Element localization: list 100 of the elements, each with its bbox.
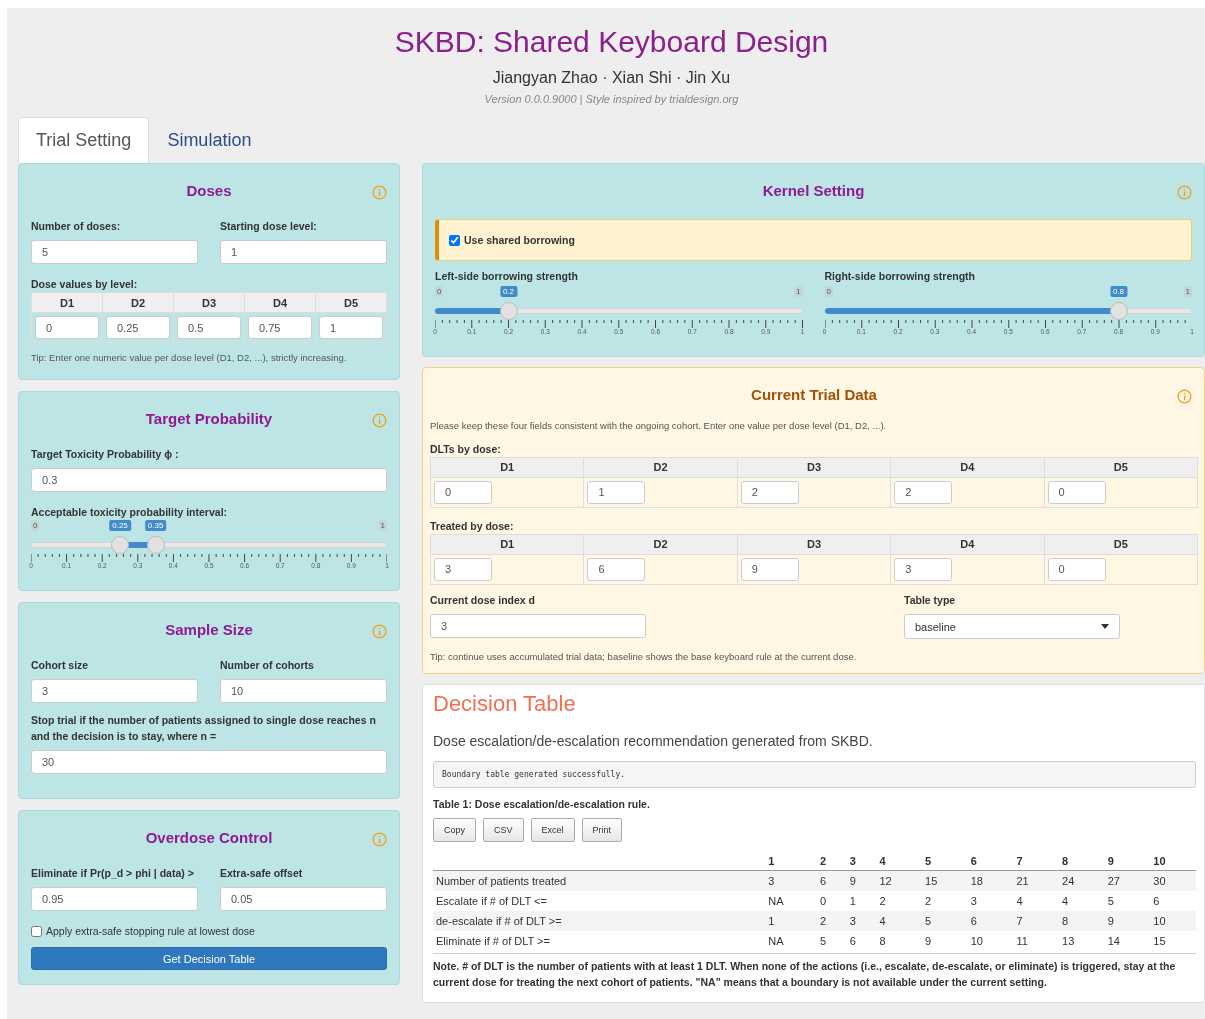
select-field[interactable]: baseline bbox=[904, 614, 1120, 640]
input-field[interactable]: 0 bbox=[35, 316, 99, 340]
row-label: de-escalate if # of DLT >= bbox=[433, 911, 766, 932]
slider-thumb[interactable] bbox=[146, 536, 165, 555]
slider-track[interactable] bbox=[435, 302, 803, 321]
info-icon[interactable] bbox=[372, 831, 387, 847]
tab[interactable]: Simulation bbox=[149, 117, 270, 163]
slider-max-label: 1 bbox=[378, 520, 387, 532]
slider-track[interactable] bbox=[31, 536, 387, 555]
input-field[interactable]: 0.05 bbox=[220, 887, 387, 912]
input-field[interactable]: 1 bbox=[319, 316, 383, 340]
checkbox[interactable] bbox=[31, 925, 42, 937]
table-cell: 1 bbox=[846, 891, 877, 912]
input-field[interactable]: 2 bbox=[740, 480, 799, 504]
field-label: Right-side borrowing strength bbox=[824, 269, 976, 284]
input-field[interactable]: 10 bbox=[220, 679, 387, 704]
input-field[interactable]: 1 bbox=[587, 480, 646, 504]
info-icon[interactable] bbox=[372, 412, 387, 428]
note-text: Note. # of DLT is the number of patients with at least 1 DLT. When none of the actions (i.e., escalate, de-escalate, or eliminate) is triggered, stay at the current dose for treating the next cohort of patients. "NA" means that a boundary is not available under the current setting. bbox=[433, 953, 1196, 990]
table-cell: 10 bbox=[967, 931, 1014, 952]
table-cell: 9 bbox=[1104, 911, 1151, 932]
input-field[interactable]: 0 bbox=[434, 480, 492, 504]
slider-min-label: 0 bbox=[435, 286, 444, 298]
table-cell: 0 bbox=[816, 891, 847, 912]
slider-max-label: 1 bbox=[794, 286, 803, 298]
field-label: DLTs by dose: bbox=[430, 442, 501, 455]
table-caption: Table 1: Dose escalation/de-escalation rule. bbox=[433, 798, 651, 811]
table-cell: 15 bbox=[922, 870, 968, 892]
column-header: 5 bbox=[922, 852, 968, 871]
input-field[interactable]: 0.3 bbox=[31, 467, 387, 492]
slider-value-label: 0.25 bbox=[109, 520, 131, 532]
caret-icon bbox=[1101, 624, 1109, 630]
input-field[interactable]: 1 bbox=[220, 240, 387, 265]
field-label: Number of cohorts bbox=[220, 658, 315, 674]
table-cell: 15 bbox=[1150, 931, 1196, 952]
tab[interactable]: Trial Setting bbox=[18, 117, 150, 163]
input-field[interactable]: 0 bbox=[1047, 557, 1106, 581]
field-label: Left-side borrowing strength bbox=[435, 269, 579, 284]
export-button[interactable]: Copy bbox=[433, 818, 476, 843]
subtitle-text: Dose escalation/de-escalation recommendation generated from SKBD. bbox=[433, 733, 874, 750]
slider-thumb[interactable] bbox=[499, 302, 518, 321]
row-label: Eliminate if # of DLT >= bbox=[433, 931, 766, 952]
table-cell: 24 bbox=[1059, 870, 1105, 892]
table-cell: 8 bbox=[876, 931, 923, 952]
table-cell: 5 bbox=[1104, 891, 1151, 912]
panel-title: Kernel Setting bbox=[762, 182, 865, 199]
input-field[interactable]: 0.95 bbox=[31, 887, 198, 912]
input-field[interactable]: 3 bbox=[894, 557, 953, 581]
table-cell: 2 bbox=[876, 891, 923, 912]
column-header: D4 bbox=[890, 534, 1045, 555]
input-field[interactable]: 5 bbox=[31, 240, 198, 265]
authors-text: Jiangyan Zhao · Xian Shi · Jin Xu bbox=[492, 69, 731, 87]
checkbox[interactable] bbox=[449, 234, 460, 246]
export-button[interactable]: Excel bbox=[530, 818, 575, 843]
input-field[interactable]: 0.25 bbox=[106, 316, 170, 340]
slider-value-label: 0.2 bbox=[499, 286, 518, 298]
panel-title: Target Probability bbox=[145, 409, 273, 427]
slider-thumb[interactable] bbox=[1109, 302, 1128, 321]
panel-title: Overdose Control bbox=[145, 828, 273, 846]
column-header: 4 bbox=[876, 852, 923, 871]
column-header: 2 bbox=[816, 852, 847, 871]
table-cell: 1 bbox=[765, 911, 817, 932]
column-header: D5 bbox=[1044, 457, 1198, 478]
column-header: D3 bbox=[173, 292, 245, 313]
row-label: Number of patients treated bbox=[433, 870, 766, 892]
input-field[interactable]: 0 bbox=[1047, 480, 1106, 504]
column-header: D5 bbox=[1044, 534, 1198, 555]
info-icon[interactable] bbox=[372, 624, 387, 640]
input-field[interactable]: 3 bbox=[430, 614, 646, 639]
slider-track[interactable] bbox=[824, 302, 1192, 321]
table-cell: 6 bbox=[967, 911, 1014, 932]
panel-title: Doses bbox=[186, 182, 232, 199]
panel-title: Sample Size bbox=[165, 621, 253, 639]
input-field[interactable]: 0.75 bbox=[248, 316, 312, 340]
table-cell: 9 bbox=[922, 931, 968, 952]
input-field[interactable]: 6 bbox=[587, 557, 646, 581]
export-button[interactable]: Print bbox=[581, 818, 623, 843]
field-label: Treated by dose: bbox=[430, 519, 514, 532]
info-icon[interactable] bbox=[1177, 185, 1192, 200]
input-field[interactable]: 2 bbox=[894, 480, 953, 504]
input-field[interactable]: 3 bbox=[31, 679, 198, 704]
table-cell: 3 bbox=[967, 891, 1014, 912]
get-decision-table-button[interactable]: Get Decision Table bbox=[31, 947, 387, 971]
table-cell: 5 bbox=[922, 911, 968, 932]
input-field[interactable]: 30 bbox=[31, 749, 387, 774]
input-field[interactable]: 3 bbox=[434, 557, 492, 581]
input-field[interactable]: 9 bbox=[740, 557, 799, 581]
status-output: Boundary table generated successfully. bbox=[433, 761, 1196, 789]
column-header: D3 bbox=[737, 457, 891, 478]
table-cell: NA bbox=[765, 931, 817, 952]
column-header: D2 bbox=[583, 457, 738, 478]
export-button[interactable]: CSV bbox=[483, 818, 524, 843]
info-icon[interactable] bbox=[1177, 389, 1192, 405]
table-cell: 7 bbox=[1013, 911, 1060, 932]
section-title: Decision Table bbox=[433, 691, 577, 718]
info-icon[interactable] bbox=[372, 185, 387, 200]
table-cell: 9 bbox=[846, 870, 877, 892]
input-field[interactable]: 0.5 bbox=[177, 316, 241, 340]
slider-thumb[interactable] bbox=[111, 536, 129, 555]
field-label: Table type bbox=[904, 592, 957, 608]
